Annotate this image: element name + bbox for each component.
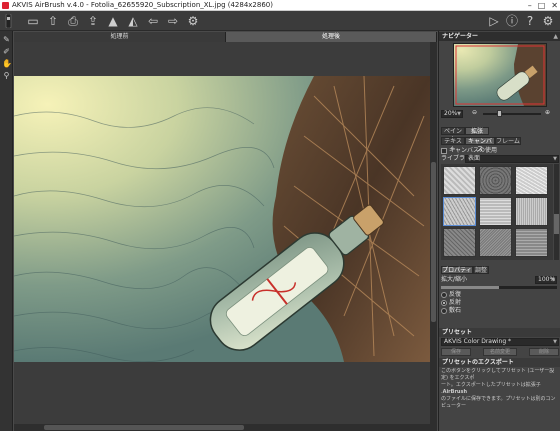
tab-before[interactable]: 処理前 <box>14 32 226 42</box>
tools-sidebar: ✎ ✐ ✋ ⚲ <box>0 31 13 431</box>
export-text-line1: このボタンをクリックしてプリセット (ユーザー設定) をエクスポ <box>441 368 555 381</box>
main-toolbar: ▭ ⇧ ⎙ ⇪ ▲ ◭ ⇦ ⇨ ⚙ ▷ ⓘ ? ⚙ <box>0 11 560 31</box>
horizontal-scroll-thumb[interactable] <box>44 425 244 430</box>
undo-icon[interactable]: ⇦ <box>146 14 160 28</box>
preset-select[interactable]: AKVIS Color Drawing * ▼ <box>441 338 559 346</box>
help-icon[interactable]: ? <box>523 14 537 28</box>
eraser-tool-icon[interactable]: ✐ <box>2 47 11 56</box>
tab-after[interactable]: 処理後 <box>226 32 437 42</box>
scale-slider[interactable] <box>441 286 557 289</box>
export-brand: AirBrush <box>442 389 468 395</box>
tab-frame[interactable]: フレーム <box>495 137 521 145</box>
export-header: プリセットのエクスポート <box>439 358 560 367</box>
window-controls: – □ ✕ <box>528 0 558 11</box>
tab-text[interactable]: テキスト <box>441 137 465 153</box>
tile-paving-radio[interactable] <box>441 308 447 314</box>
title-bar: AKVIS AirBrush v.4.0 - Fotolia_62655920_… <box>0 0 560 11</box>
texture-thumbnail-selected[interactable] <box>443 197 476 226</box>
run-icon[interactable]: ▷ <box>487 14 501 28</box>
settings-panel: ナビゲーター ▲ 20%▼ ⊖ ⊕ ペイント 拡张 テキスト キャンバス フレーム… <box>438 31 560 431</box>
tile-reflect-label: 反射 <box>449 299 462 306</box>
preset-save-button[interactable]: 保存 <box>441 348 471 356</box>
export-text-line3: のファイルに保存できます。プリセットは別のコンピューター <box>441 396 556 409</box>
texture-scroll-thumb[interactable] <box>554 214 559 234</box>
open-file-icon[interactable]: ▭ <box>26 14 40 28</box>
preset-rename-button[interactable]: 名前変更 <box>483 348 517 356</box>
zoom-tool-icon[interactable]: ⚲ <box>2 71 11 80</box>
tab-decoration[interactable]: 拡张 <box>465 127 489 135</box>
scale-input[interactable]: 100% ▼ <box>535 276 557 284</box>
share-icon[interactable]: ⇪ <box>86 14 100 28</box>
preset-title: プリセット <box>442 329 473 336</box>
hand-tool-icon[interactable]: ✋ <box>2 59 12 68</box>
tile-repeat-radio[interactable] <box>441 292 447 298</box>
navigator-title: ナビゲーター <box>442 33 479 40</box>
tab-canvas[interactable]: キャンバス <box>465 137 495 153</box>
zoom-select[interactable]: 20% ▼ <box>441 110 463 118</box>
texture-thumbnail[interactable] <box>515 197 548 226</box>
vertical-scroll-thumb[interactable] <box>431 162 436 322</box>
close-button[interactable]: ✕ <box>551 0 558 11</box>
image-canvas[interactable] <box>14 42 430 424</box>
tile-repeat-label: 反復 <box>449 291 462 298</box>
navigator-header[interactable]: ナビゲーター ▲ <box>439 32 560 41</box>
export-title: プリセットのエクスポート <box>442 359 514 366</box>
info-icon[interactable]: ⓘ <box>505 14 519 28</box>
brush-tool-icon[interactable]: ✎ <box>2 35 11 44</box>
texture-grid <box>441 164 553 260</box>
settings-gear-icon[interactable]: ⚙ <box>186 14 200 28</box>
texture-thumbnail[interactable] <box>479 166 512 195</box>
app-logo-icon <box>2 2 9 9</box>
collapse-icon: ▲ <box>553 33 558 40</box>
zoom-slider[interactable] <box>483 113 541 115</box>
vertical-scrollbar[interactable] <box>430 42 437 424</box>
texture-thumbnail[interactable] <box>479 228 512 257</box>
window-title: AKVIS AirBrush v.4.0 - Fotolia_62655920_… <box>12 1 273 9</box>
export-description: このボタンをクリックしてプリセット (ユーザー設定) をエクスポ ート。エクスポ… <box>441 368 559 410</box>
texture-thumbnail[interactable] <box>479 197 512 226</box>
tab-properties[interactable]: プロパティ <box>441 266 473 274</box>
batch-icon[interactable]: ▲ <box>106 14 120 28</box>
preferences-icon[interactable]: ⚙ <box>541 14 555 28</box>
texture-thumbnail[interactable] <box>443 228 476 257</box>
navigator-preview[interactable] <box>453 43 547 107</box>
use-canvas-label: キャンバスの使用 <box>449 147 498 154</box>
print-icon[interactable]: ⎙ <box>66 14 80 28</box>
tile-reflect-radio[interactable] <box>441 300 447 306</box>
texture-thumbnail[interactable] <box>515 228 548 257</box>
tab-paint[interactable]: ペイント <box>441 127 465 143</box>
navigator-thumbnail <box>454 44 546 106</box>
zoom-in-icon[interactable]: ⊕ <box>545 109 550 117</box>
scale-label: 拡大/縮小 <box>441 276 468 283</box>
texture-thumbnail[interactable] <box>515 166 548 195</box>
tab-adjust[interactable]: 調整 <box>473 266 489 274</box>
zoom-slider-handle[interactable] <box>497 110 502 117</box>
preset-header: プリセット <box>439 328 560 337</box>
tile-paving-label: 敷石 <box>449 307 462 314</box>
use-canvas-checkbox[interactable] <box>441 148 447 154</box>
scale-slider-fill <box>441 286 499 289</box>
save-file-icon[interactable]: ⇧ <box>46 14 60 28</box>
background-icon[interactable]: ◭ <box>126 14 140 28</box>
library-select[interactable]: 表面 ▼ <box>465 155 559 163</box>
maximize-button[interactable]: □ <box>538 0 546 11</box>
redo-icon[interactable]: ⇨ <box>166 14 180 28</box>
processed-image <box>14 76 430 362</box>
texture-thumbnail[interactable] <box>443 166 476 195</box>
minimize-button[interactable]: – <box>528 0 532 11</box>
zoom-out-icon[interactable]: ⊖ <box>472 109 477 117</box>
horizontal-scrollbar[interactable] <box>14 424 437 431</box>
texture-scrollbar[interactable] <box>554 164 559 260</box>
preset-delete-button[interactable]: 削除 <box>529 348 559 356</box>
view-tabs: 処理前 処理後 <box>14 32 437 42</box>
airbrush-icon <box>4 14 13 28</box>
